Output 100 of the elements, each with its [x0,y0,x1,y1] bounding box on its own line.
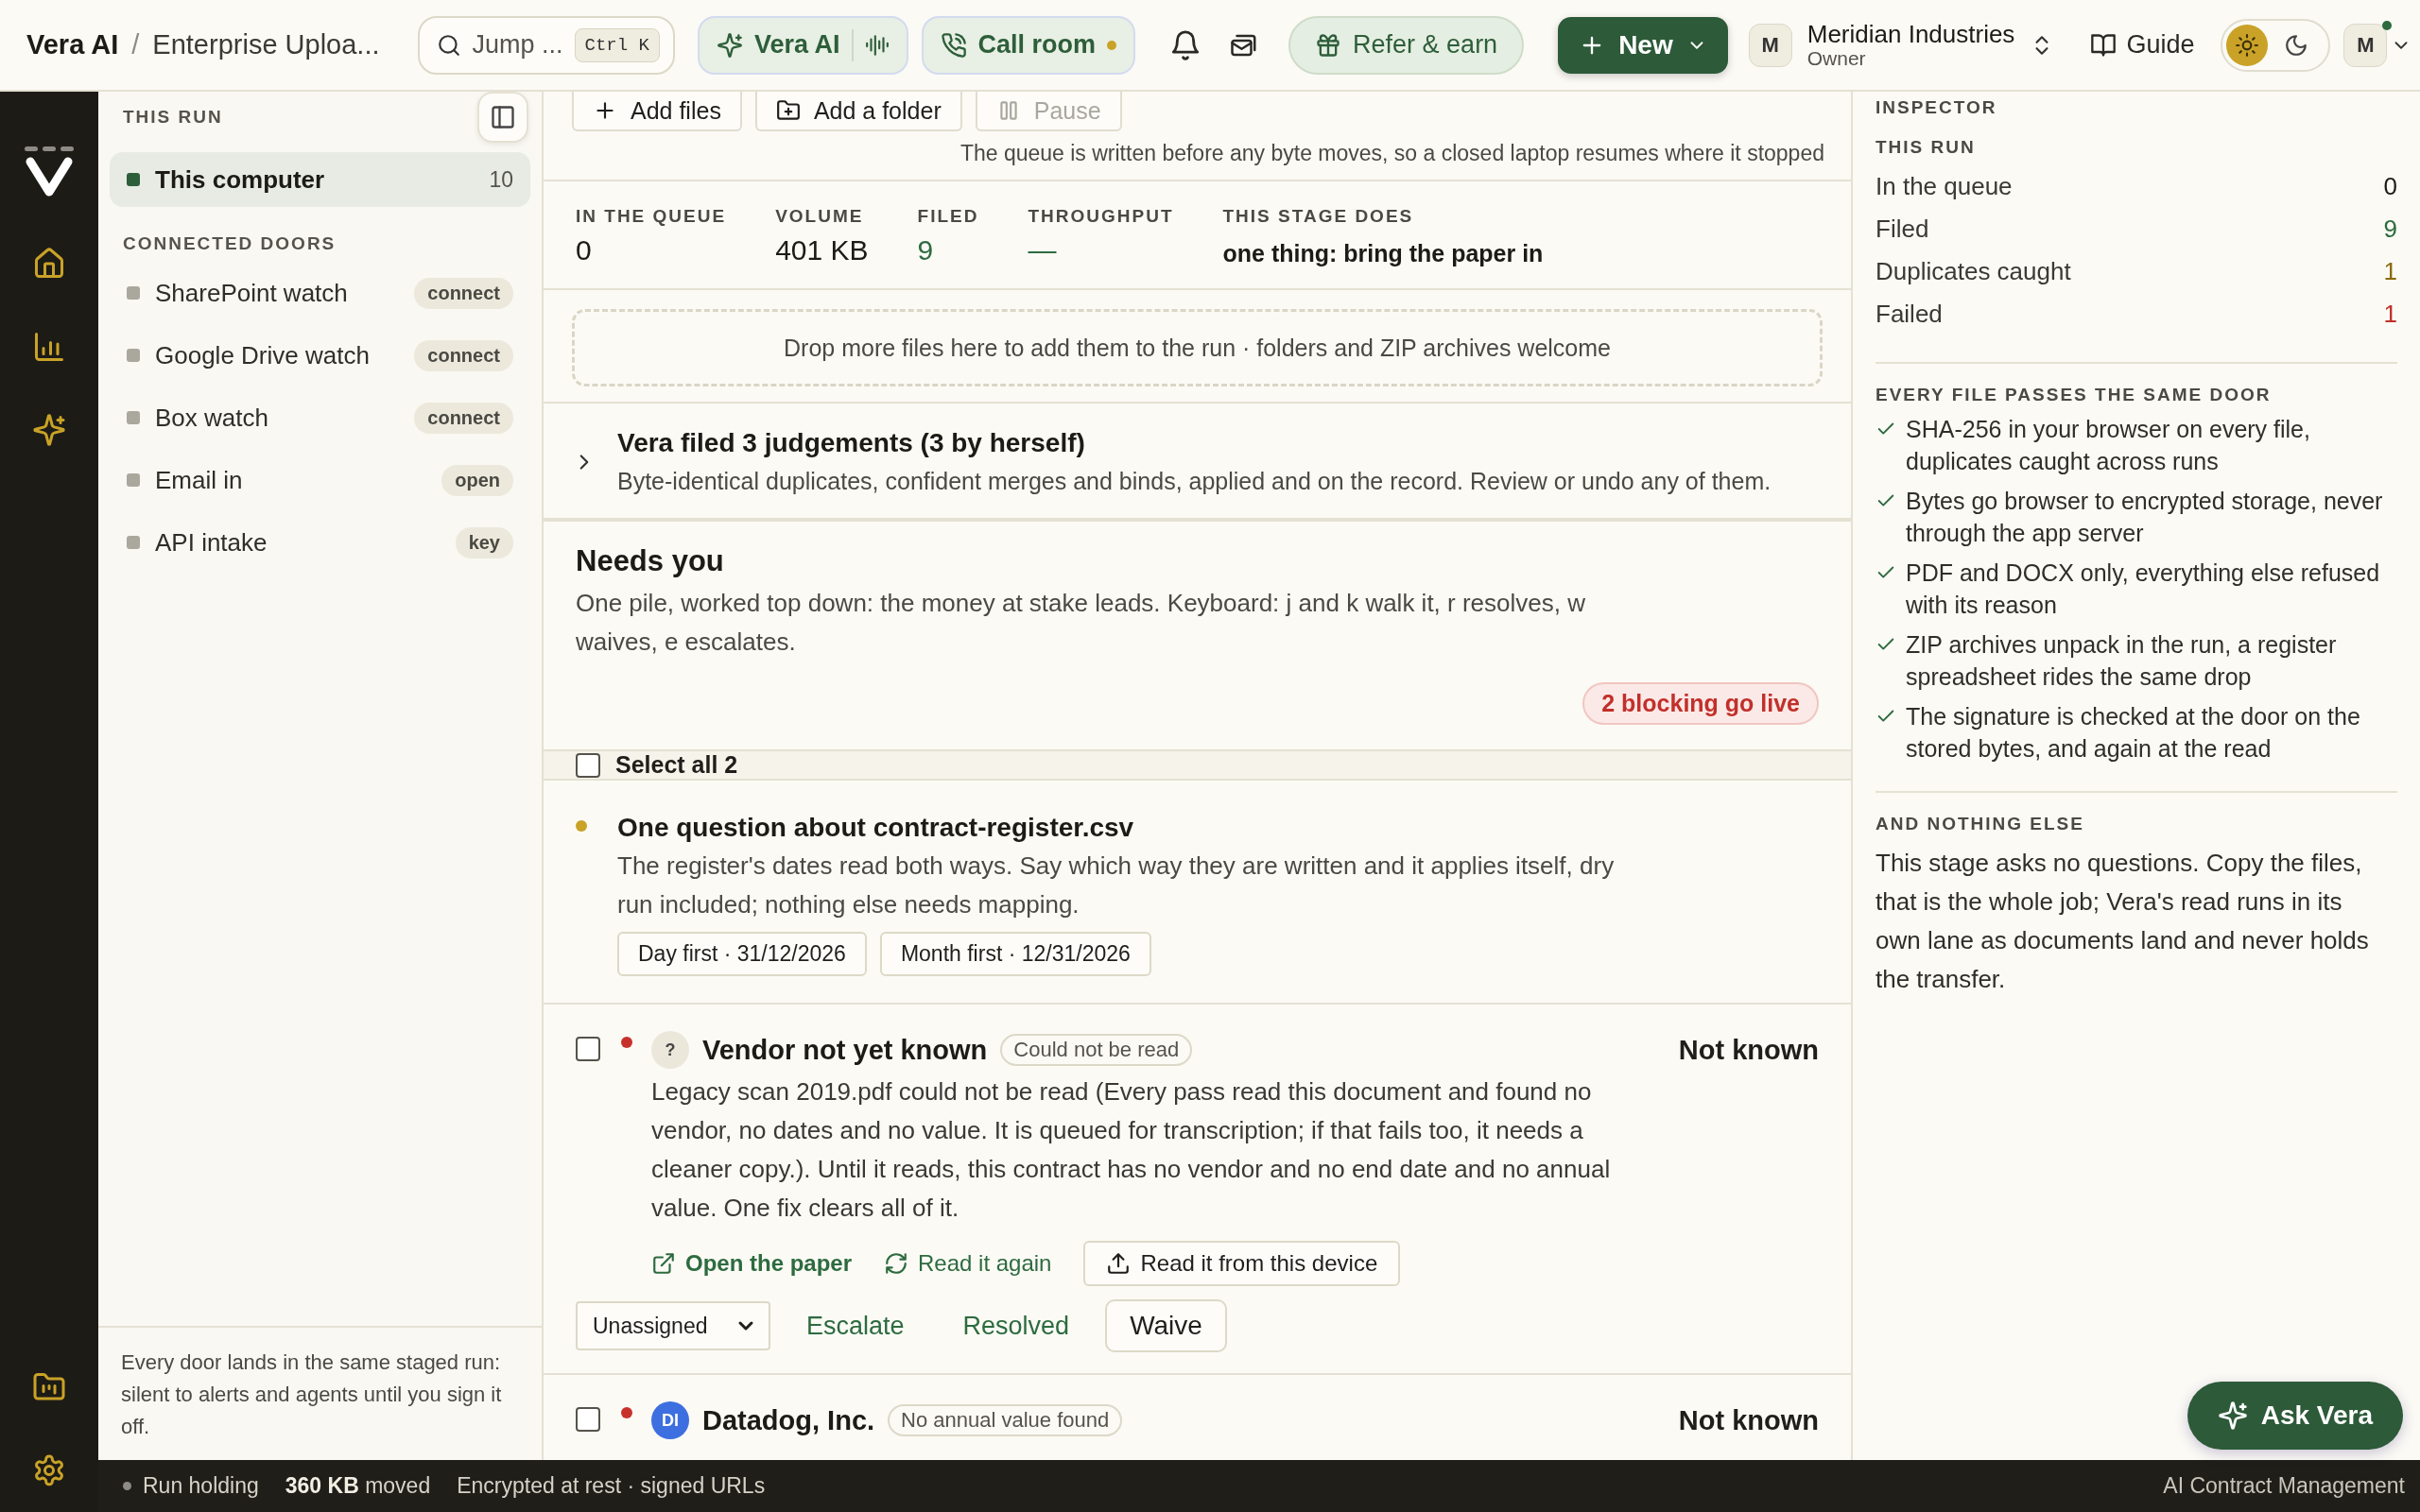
check-text: PDF and DOCX only, everything else refused with its reason [1906,558,2381,620]
choice-button[interactable]: Month first · 12/31/2026 [879,932,1151,976]
stat-value: one thing: bring the paper in [1222,240,1544,267]
issue-tag: No annual value found [888,1404,1123,1436]
bar-chart-icon[interactable] [32,330,66,364]
security-note: Encrypted at rest · signed URLs [457,1473,766,1499]
search-placeholder: Jump ... [472,30,563,60]
metric-value: 9 [2383,215,2397,244]
judgements-text: Byte-identical duplicates, confident merges and binds, applied and on the record. Review or undo any of them. [617,468,1772,495]
source-label: API intake [155,527,268,558]
source-label: SharePoint watch [155,278,348,308]
brand-text: AI Contract Management [2163,1473,2405,1499]
stat-label: THIS STAGE DOES [1222,206,1415,227]
search-icon [436,32,461,58]
page-title: Enterprise Uploa... [152,29,380,60]
upload-button[interactable]: Read it from this device [1083,1241,1401,1286]
source-item[interactable]: Email in open [110,453,530,507]
theme-toggle[interactable] [2221,18,2331,72]
shortcut-key: Ctrl K [574,27,660,62]
search-field[interactable]: Jump ... Ctrl K [417,15,675,75]
checkbox[interactable] [576,1037,600,1061]
workspace-name: Meridian Industries [1806,20,2015,48]
action-tag[interactable]: key [455,526,513,558]
add-folder-button[interactable]: Add a folder [754,92,962,131]
item-count: 10 [489,166,513,193]
metric-label: Failed [1876,300,1943,329]
metric-value: 1 [2383,300,2397,329]
action-link[interactable]: Open the paper [651,1250,853,1277]
assignee-dropdown[interactable]: Unassigned [576,1301,770,1350]
action-link[interactable]: Resolved [940,1311,1093,1341]
issue-title: Vendor not yet known [702,1034,988,1066]
folder-plus-icon [775,98,801,123]
queue-note: The queue is written before any byte moves, so a closed laptop resumes where it stopped [544,131,1851,181]
stat-value: 0 [576,234,593,266]
issue-text: Legacy scan 2019.pdf could not be read (Every pass read this document and found no vendor, no dates and no value. It is queued for transcription; if that fails too, it needs a cleaner copy.). Until it reads, this contract has no vendor and no end date and no annual value. One fix clears all of it. [651,1076,1612,1224]
app-name: Vera AI [26,29,119,60]
action-tag[interactable]: connect [414,277,513,309]
new-button[interactable]: New [1558,16,1728,74]
section-heading: THIS RUN [123,107,223,128]
drop-zone[interactable]: Drop more files here to add them to the run · folders and ZIP archives welcome [572,309,1823,387]
workspace-role: Owner [1806,47,1867,70]
source-label: Email in [155,465,243,495]
stat-value: — [1028,234,1058,266]
metric-value: 1 [2383,257,2397,286]
moved-amount: 360 KB moved [285,1473,431,1499]
sparkle-icon[interactable] [32,413,66,447]
settings-icon[interactable] [32,1453,66,1487]
light-mode-option[interactable] [2226,24,2269,66]
action-tag[interactable]: connect [414,339,513,371]
action-link[interactable]: Read it again [884,1250,1052,1277]
external-link-icon [651,1251,676,1276]
sun-icon [2235,32,2260,58]
ask-vera-button[interactable]: Ask Vera [2187,1382,2403,1450]
source-item[interactable]: This computer 10 [110,152,530,207]
source-item[interactable]: Google Drive watch connect [110,328,530,383]
action-tag[interactable]: open [441,464,513,496]
logo[interactable] [23,145,76,198]
issue-tag: Could not be read [1000,1034,1193,1066]
sparkle-icon [716,31,743,59]
section-title: Needs you [576,544,725,578]
add-files-button[interactable]: Add files [572,92,742,131]
section-heading: CONNECTED DOORS [123,233,337,254]
blocking-badge: 2 blocking go live [1582,682,1819,725]
sidebar-toggle-button[interactable] [477,92,528,143]
stat-label: THROUGHPUT [1028,206,1174,227]
waive-button[interactable]: Waive [1105,1299,1227,1352]
gift-icon [1315,31,1342,59]
checkbox[interactable] [576,1407,600,1432]
source-item[interactable]: SharePoint watch connect [110,266,530,320]
metric-label: In the queue [1876,172,2013,201]
action-link[interactable]: Escalate [784,1311,927,1341]
run-status: Run holding [143,1473,259,1499]
stat-value: 401 KB [775,234,869,266]
issue-title: Datadog, Inc. [702,1404,875,1436]
stat-label: VOLUME [775,206,865,227]
refer-button[interactable]: Refer & earn [1288,15,1525,75]
vendor-avatar: DI [651,1401,689,1439]
question-text: The register's dates read both ways. Say which way they are written and it applies itself, dry run included; nothing else needs mapping. [617,850,1616,920]
guide-link[interactable]: Guide [2090,30,2195,60]
annual-value: Not known [1678,1034,1819,1066]
call-room-button[interactable]: Call room [921,15,1136,75]
choice-button[interactable]: Day first · 31/12/2026 [617,932,867,976]
moon-icon [2284,32,2309,58]
upload-icon [1106,1251,1132,1276]
question-title: One question about contract-register.csv [617,813,1135,843]
source-item[interactable]: Box watch connect [110,390,530,445]
metric-label: Filed [1876,215,1929,244]
source-item[interactable]: API intake key [110,515,530,570]
metric-label: Duplicates caught [1876,257,2071,286]
home-icon[interactable] [32,247,66,281]
vera-ai-button[interactable]: Vera AI [697,15,908,75]
source-label: Box watch [155,403,268,433]
checkbox[interactable] [576,752,600,778]
sparkle-icon [2217,1400,2248,1431]
select-all-label: Select all 2 [615,751,738,779]
check-text: SHA-256 in your browser on every file, duplicates caught across runs [1906,415,2311,476]
action-tag[interactable]: connect [414,402,513,434]
section-text: This stage asks no questions. Copy the files, that is the whole job; Vera's read runs in its own lane as documents land and never holds the transfer. [1876,848,2370,995]
metric-value: 0 [2383,172,2397,201]
source-label: Google Drive watch [155,340,370,370]
